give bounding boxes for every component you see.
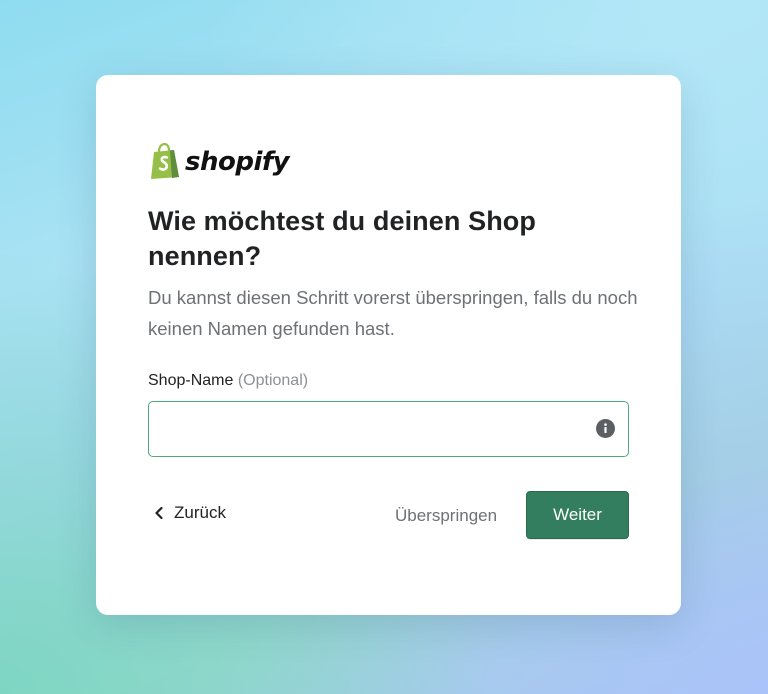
page-subtitle: Du kannst diesen Schritt vorerst überspr… [148,287,638,339]
skip-button[interactable]: Überspringen [395,506,497,526]
page-title: Wie möchtest du deinen Shop nennen? [148,206,536,271]
next-button[interactable]: Weiter [526,491,629,539]
back-button-label: Zurück [174,503,226,522]
shop-name-input[interactable] [149,402,628,456]
shop-name-field [148,401,629,457]
chevron-left-icon [154,506,164,520]
back-button[interactable]: Zurück [154,503,226,523]
shop-name-label: Shop-Name (Optional) [148,372,308,390]
shopify-bag-icon [151,143,179,179]
shopify-wordmark: shopify [185,146,290,177]
shop-name-label-text: Shop-Name [148,372,234,389]
onboarding-card: shopify Wie möchtest du deinen Shop nenn… [96,75,681,615]
optional-hint: (Optional) [237,372,309,389]
info-icon[interactable] [596,419,615,438]
shopify-logo: shopify [148,143,290,180]
